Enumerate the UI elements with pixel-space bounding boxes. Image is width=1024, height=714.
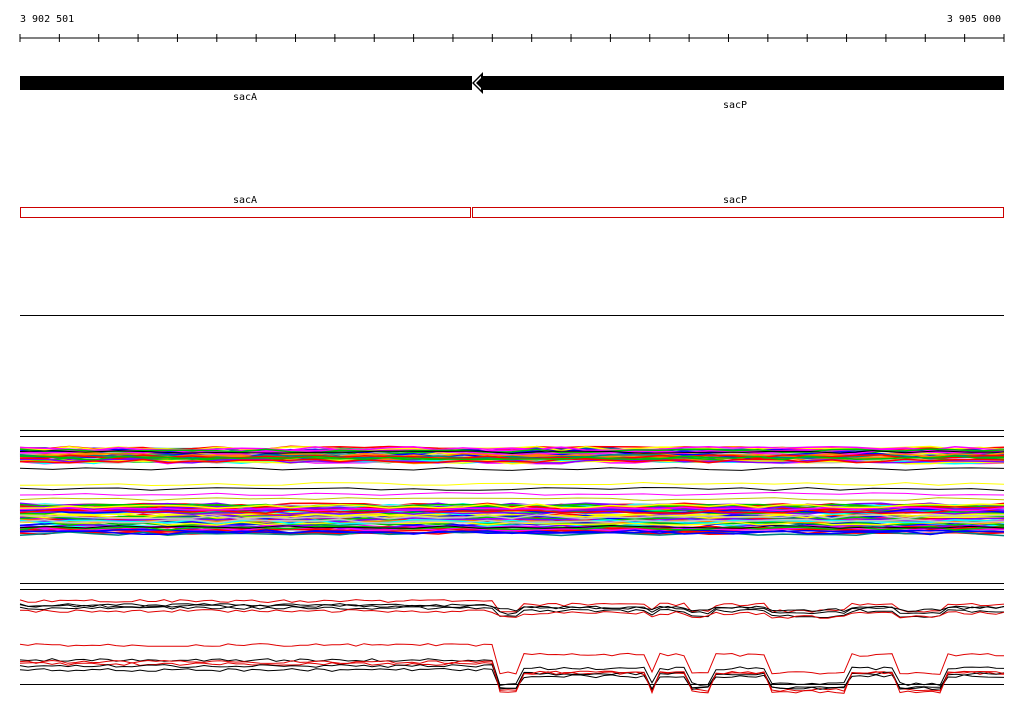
expression-profile-line xyxy=(19,491,1005,496)
tiling-profiles-panel xyxy=(19,583,1005,695)
tiling-profile-lines xyxy=(19,599,1005,695)
annotation-box-sacp[interactable] xyxy=(472,207,1004,218)
expression-profile-line xyxy=(19,481,1005,487)
annotation-track xyxy=(20,207,1004,218)
tiling-profile-line xyxy=(19,664,1005,691)
expression-profiles-panel xyxy=(19,430,1005,537)
position-ruler xyxy=(19,34,1005,42)
tiling-profile-line xyxy=(19,658,1005,686)
gene-track xyxy=(20,72,1004,94)
gene-arrow-sacp[interactable] xyxy=(472,72,1004,94)
tiling-profile-line xyxy=(19,661,1005,692)
tiling-profile-line xyxy=(19,667,1005,691)
expression-profile-line xyxy=(19,466,1005,471)
genome-browser-track-view[interactable] xyxy=(0,0,1024,714)
expression-profile-lines xyxy=(19,445,1005,537)
expression-profile-line xyxy=(19,497,1005,501)
annotation-box-saca[interactable] xyxy=(20,207,471,218)
gene-arrow-saca[interactable] xyxy=(20,76,472,90)
expression-profile-line xyxy=(19,486,1005,491)
